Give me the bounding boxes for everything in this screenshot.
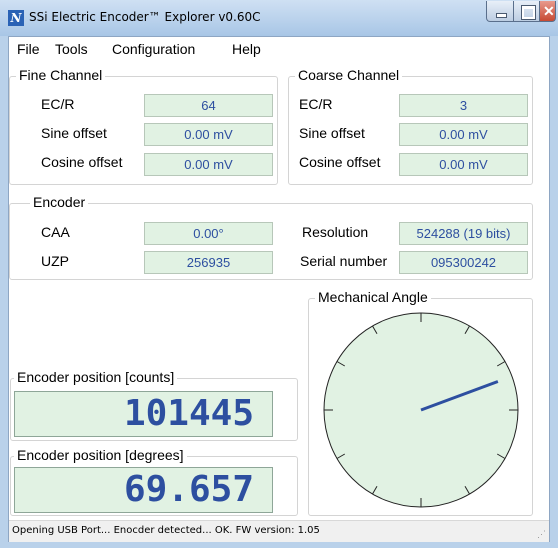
serial-number-value: 095300242 xyxy=(399,251,528,274)
encoder-title: Encoder xyxy=(30,194,89,210)
status-bar: Opening USB Port... Enocder detected... … xyxy=(9,520,549,542)
position-counts-title: Encoder position [counts] xyxy=(14,369,178,385)
coarse-ecr-label: EC/R xyxy=(299,96,333,112)
caa-value: 0.00° xyxy=(144,222,273,245)
serial-number-label: Serial number xyxy=(300,253,388,269)
position-degrees-value: 69.657 xyxy=(14,467,273,513)
title-bar[interactable]: N SSi Electric Encoder™ Explorer v0.60C … xyxy=(0,0,558,36)
coarse-cosine-value: 0.00 mV xyxy=(399,153,528,176)
resolution-value: 524288 (19 bits) xyxy=(399,222,528,245)
resolution-label: Resolution xyxy=(302,224,369,240)
minimize-button[interactable] xyxy=(486,1,514,22)
coarse-cosine-label: Cosine offset xyxy=(299,154,381,170)
menu-file[interactable]: File xyxy=(17,41,40,57)
encoder-group: Encoder CAA 0.00° UZP 256935 Resolution … xyxy=(9,194,533,280)
fine-ecr-value: 64 xyxy=(144,94,273,117)
coarse-channel-title: Coarse Channel xyxy=(295,67,403,83)
position-degrees-group: Encoder position [degrees] 69.657 xyxy=(10,447,298,516)
maximize-button[interactable] xyxy=(513,1,540,22)
caa-label: CAA xyxy=(41,224,70,240)
fine-cosine-label: Cosine offset xyxy=(41,154,123,170)
app-window: N SSi Electric Encoder™ Explorer v0.60C … xyxy=(0,0,558,548)
coarse-ecr-value: 3 xyxy=(399,94,528,117)
fine-cosine-value: 0.00 mV xyxy=(144,153,273,176)
menu-tools[interactable]: Tools xyxy=(55,41,88,57)
maximize-icon xyxy=(522,6,535,19)
uzp-value: 256935 xyxy=(144,251,273,274)
coarse-sine-value: 0.00 mV xyxy=(399,123,528,146)
angle-dial xyxy=(323,312,519,508)
coarse-channel-group: Coarse Channel EC/R 3 Sine offset 0.00 m… xyxy=(288,67,533,185)
position-degrees-title: Encoder position [degrees] xyxy=(14,447,187,463)
menu-help[interactable]: Help xyxy=(232,41,261,57)
position-counts-value: 101445 xyxy=(14,391,273,437)
fine-sine-label: Sine offset xyxy=(41,125,107,141)
main-panel: File Tools Configuration Help Fine Chann… xyxy=(8,36,550,542)
menu-configuration[interactable]: Configuration xyxy=(112,41,195,57)
position-counts-group: Encoder position [counts] 101445 xyxy=(10,369,298,441)
mechanical-angle-group: Mechanical Angle xyxy=(308,289,533,516)
coarse-sine-label: Sine offset xyxy=(299,125,365,141)
close-button[interactable]: ✕ xyxy=(539,1,556,22)
close-icon: ✕ xyxy=(543,3,555,19)
resize-grip-icon[interactable]: ⋰ xyxy=(537,529,546,540)
app-logo-icon: N xyxy=(8,10,24,26)
status-text: Opening USB Port... Enocder detected... … xyxy=(12,525,320,536)
minimize-icon xyxy=(496,13,507,18)
fine-sine-value: 0.00 mV xyxy=(144,123,273,146)
fine-channel-title: Fine Channel xyxy=(16,67,106,83)
menu-bar: File Tools Configuration Help xyxy=(9,37,549,61)
fine-ecr-label: EC/R xyxy=(41,96,75,112)
uzp-label: UZP xyxy=(41,253,69,269)
window-title: SSi Electric Encoder™ Explorer v0.60C xyxy=(29,10,261,24)
fine-channel-group: Fine Channel EC/R 64 Sine offset 0.00 mV… xyxy=(9,67,278,185)
